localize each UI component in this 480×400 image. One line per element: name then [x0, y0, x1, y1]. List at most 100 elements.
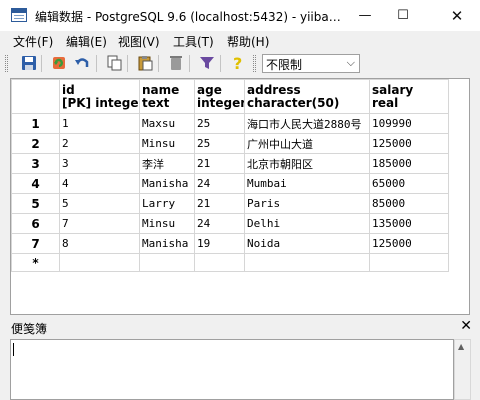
new-cell[interactable]	[59, 253, 140, 272]
copy-button[interactable]	[105, 54, 123, 72]
row-number[interactable]: 6	[11, 213, 60, 234]
refresh-button[interactable]	[50, 54, 68, 72]
row-number[interactable]: 7	[11, 233, 60, 254]
cell-salary[interactable]: 65000	[369, 173, 449, 194]
cell-id[interactable]: 2	[59, 133, 140, 154]
row-number[interactable]: 1	[11, 113, 60, 134]
table-row[interactable]: 4 4 Manisha 24 Mumbai 65000	[11, 173, 449, 194]
cell-address[interactable]: 广州中山大道	[244, 133, 370, 154]
cell-name[interactable]: Minsu	[139, 133, 195, 154]
maximize-icon: ☐	[397, 8, 409, 23]
table-row[interactable]: 5 5 Larry 21 Paris 85000	[11, 193, 449, 214]
maximize-button[interactable]: ☐	[380, 0, 426, 31]
column-header-name[interactable]: name text	[139, 79, 195, 114]
cell-salary[interactable]: 185000	[369, 153, 449, 174]
new-row[interactable]: *	[11, 253, 449, 272]
data-grid-area[interactable]: id [PK] integer name text age integer ad…	[10, 78, 470, 315]
corner-cell[interactable]	[11, 79, 60, 114]
scroll-up-icon[interactable]: ▲	[458, 342, 464, 351]
column-type: character(50)	[247, 95, 340, 110]
row-limit-value: 不限制	[266, 58, 303, 72]
help-icon: ?	[233, 55, 242, 71]
cell-id[interactable]: 3	[59, 153, 140, 174]
new-cell[interactable]	[194, 253, 245, 272]
new-cell[interactable]	[369, 253, 449, 272]
header-row: id [PK] integer name text age integer ad…	[11, 79, 449, 114]
column-type: text	[142, 95, 170, 110]
scratch-pad-panel: 便笺簿 ✕ ▲	[0, 318, 480, 400]
close-button[interactable]: ✕	[434, 0, 480, 31]
toolbar-grip-2[interactable]	[253, 55, 256, 72]
cell-id[interactable]: 5	[59, 193, 140, 214]
cell-id[interactable]: 1	[59, 113, 140, 134]
cell-name[interactable]: Manisha	[139, 173, 195, 194]
new-cell[interactable]	[139, 253, 195, 272]
column-type: [PK] integer	[62, 95, 140, 110]
cell-address[interactable]: Mumbai	[244, 173, 370, 194]
undo-button[interactable]	[73, 54, 91, 72]
cell-salary[interactable]: 109990	[369, 113, 449, 134]
cell-age[interactable]: 19	[194, 233, 245, 254]
cell-salary[interactable]: 135000	[369, 213, 449, 234]
cell-salary[interactable]: 125000	[369, 133, 449, 154]
table-row[interactable]: 2 2 Minsu 25 广州中山大道 125000	[11, 133, 449, 154]
cell-address[interactable]: Paris	[244, 193, 370, 214]
row-number[interactable]: 2	[11, 133, 60, 154]
column-header-salary[interactable]: salary real	[369, 79, 449, 114]
paste-icon	[138, 56, 153, 71]
column-header-age[interactable]: age integer	[194, 79, 245, 114]
toolbar-grip[interactable]	[5, 55, 8, 72]
column-type: integer	[197, 95, 245, 110]
filter-button[interactable]	[198, 54, 216, 72]
copy-icon	[107, 55, 122, 71]
text-caret	[13, 343, 14, 356]
cell-id[interactable]: 8	[59, 233, 140, 254]
table-row[interactable]: 6 7 Minsu 24 Delhi 135000	[11, 213, 449, 234]
title-bar: 编辑数据 - PostgreSQL 9.6 (localhost:5432) -…	[0, 0, 480, 31]
cell-id[interactable]: 4	[59, 173, 140, 194]
menu-tools[interactable]: 工具(T)	[173, 33, 214, 50]
table-row[interactable]: 1 1 Maxsu 25 海口市人民大道2880号 109990	[11, 113, 449, 134]
close-icon: ✕	[450, 6, 464, 25]
vertical-scrollbar[interactable]: ▲	[454, 339, 471, 400]
row-limit-select[interactable]: 不限制 ⌵	[262, 54, 360, 73]
cell-name[interactable]: Larry	[139, 193, 195, 214]
column-header-address[interactable]: address character(50)	[244, 79, 370, 114]
cell-address[interactable]: Delhi	[244, 213, 370, 234]
scratch-pad-input[interactable]	[10, 339, 454, 400]
cell-address[interactable]: Noida	[244, 233, 370, 254]
new-cell[interactable]	[244, 253, 370, 272]
table-row[interactable]: 7 8 Manisha 19 Noida 125000	[11, 233, 449, 254]
cell-age[interactable]: 24	[194, 213, 245, 234]
row-number[interactable]: 3	[11, 153, 60, 174]
cell-salary[interactable]: 85000	[369, 193, 449, 214]
cell-name[interactable]: 李洋	[139, 153, 195, 174]
column-header-id[interactable]: id [PK] integer	[59, 79, 140, 114]
cell-age[interactable]: 25	[194, 133, 245, 154]
table-row[interactable]: 3 3 李洋 21 北京市朝阳区 185000	[11, 153, 449, 174]
row-number[interactable]: 5	[11, 193, 60, 214]
paste-button[interactable]	[136, 54, 154, 72]
cell-address[interactable]: 北京市朝阳区	[244, 153, 370, 174]
scratch-pad-close-icon[interactable]: ✕	[460, 318, 472, 334]
minimize-icon: —	[358, 8, 372, 23]
cell-age[interactable]: 21	[194, 153, 245, 174]
delete-button[interactable]	[167, 54, 185, 72]
cell-address[interactable]: 海口市人民大道2880号	[244, 113, 370, 134]
menu-file[interactable]: 文件(F)	[13, 33, 53, 50]
column-name: salary	[372, 82, 414, 97]
save-button[interactable]	[20, 54, 38, 72]
cell-age[interactable]: 21	[194, 193, 245, 214]
cell-age[interactable]: 24	[194, 173, 245, 194]
cell-name[interactable]: Manisha	[139, 233, 195, 254]
menu-help[interactable]: 帮助(H)	[227, 33, 269, 50]
menu-view[interactable]: 视图(V)	[118, 33, 160, 50]
cell-name[interactable]: Maxsu	[139, 113, 195, 134]
cell-name[interactable]: Minsu	[139, 213, 195, 234]
row-number[interactable]: 4	[11, 173, 60, 194]
cell-age[interactable]: 25	[194, 113, 245, 134]
cell-salary[interactable]: 125000	[369, 233, 449, 254]
help-button[interactable]: ?	[229, 54, 247, 72]
menu-edit[interactable]: 编辑(E)	[66, 33, 107, 50]
cell-id[interactable]: 7	[59, 213, 140, 234]
